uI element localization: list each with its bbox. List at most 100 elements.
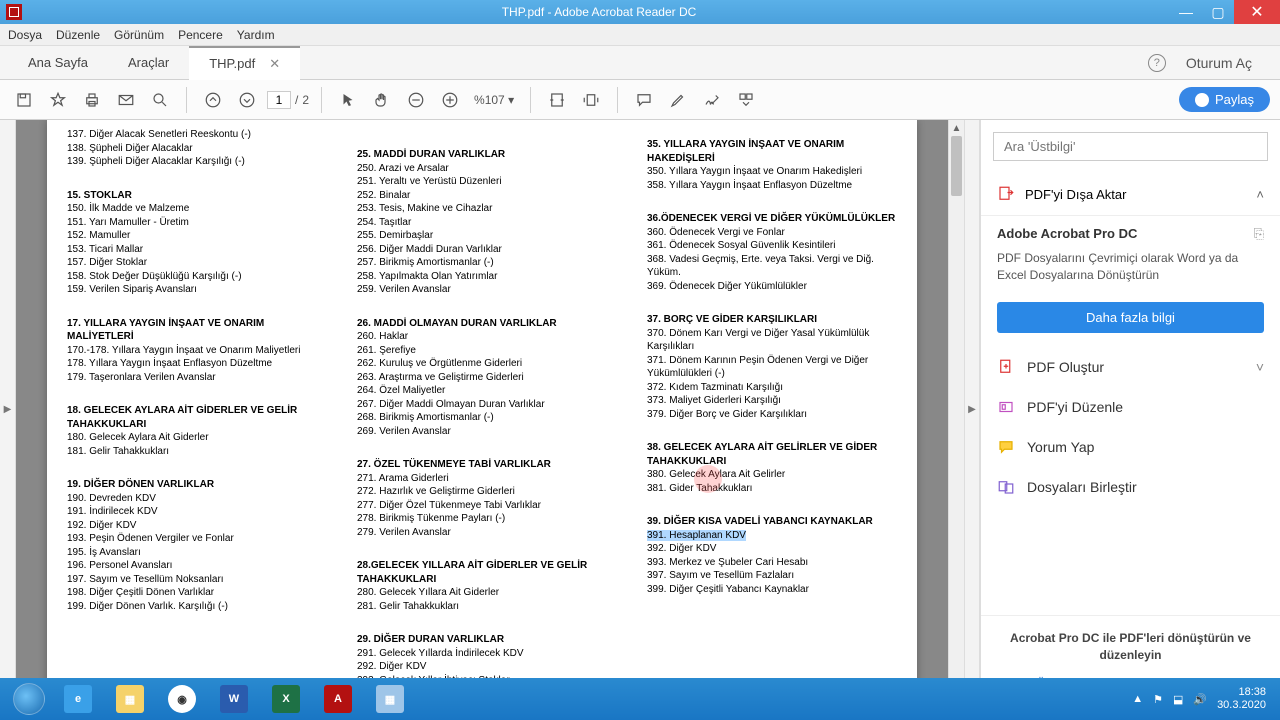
minimize-button[interactable]: — (1170, 0, 1202, 24)
tab-bar: Ana Sayfa Araçlar THP.pdf ✕ ? Oturum Aç (0, 46, 1280, 80)
section-heading: 39. DİĞER KISA VADELİ YABANCI KAYNAKLAR (647, 515, 901, 529)
account-line: 271. Arama Giderleri (357, 472, 611, 486)
account-line: 391. Hesaplanan KDV (647, 529, 901, 543)
tools-search-input[interactable] (993, 132, 1268, 161)
help-icon[interactable]: ? (1148, 54, 1166, 72)
pointer-icon[interactable] (334, 86, 362, 114)
taskbar-ie[interactable]: e (54, 681, 102, 717)
account-line: 272. Hazırlık ve Geliştirme Giderleri (357, 485, 611, 499)
tab-tools[interactable]: Araçlar (108, 46, 189, 80)
section-heading: 25. MADDİ DURAN VARLIKLAR (357, 148, 611, 162)
menu-file[interactable]: Dosya (8, 28, 42, 42)
tray-volume-icon[interactable]: 🔊 (1193, 693, 1207, 706)
zoom-out-icon[interactable] (402, 86, 430, 114)
taskbar-chrome[interactable]: ◉ (158, 681, 206, 717)
tray-up-icon[interactable]: ▲ (1132, 693, 1143, 705)
scroll-up-icon[interactable]: ▲ (949, 120, 964, 136)
account-line: 379. Diğer Borç ve Gider Karşılıkları (647, 408, 901, 422)
start-button[interactable] (8, 681, 50, 717)
taskbar-excel[interactable]: X (262, 681, 310, 717)
vertical-scrollbar[interactable]: ▲ ▼ (948, 120, 964, 698)
account-line: 291. Gelecek Yıllarda İndirilecek KDV (357, 647, 611, 661)
system-tray[interactable]: ▲ ⚑ ⬓ 🔊 18:3830.3.2020 (1132, 686, 1274, 712)
menu-edit[interactable]: Düzenle (56, 28, 100, 42)
account-line: 262. Kuruluş ve Örgütlenme Giderleri (357, 357, 611, 371)
tab-document[interactable]: THP.pdf ✕ (189, 46, 300, 80)
account-line: 371. Dönem Karının Peşin Ödenen Vergi ve… (647, 354, 901, 381)
taskbar-word[interactable]: W (210, 681, 258, 717)
menu-view[interactable]: Görünüm (114, 28, 164, 42)
tab-close-icon[interactable]: ✕ (269, 56, 280, 72)
save-icon[interactable] (10, 86, 38, 114)
account-line: 397. Sayım ve Tesellüm Fazlaları (647, 569, 901, 583)
account-line: 151. Yarı Mamuller - Üretim (67, 216, 321, 230)
comment-tool-icon (997, 438, 1015, 456)
account-line: 372. Kıdem Tazminatı Karşılığı (647, 381, 901, 395)
page-up-icon[interactable] (199, 86, 227, 114)
taskbar-calc[interactable]: ▦ (366, 681, 414, 717)
account-line: 193. Peşin Ödenen Vergiler ve Fonlar (67, 532, 321, 546)
section-heading: 29. DİĞER DURAN VARLIKLAR (357, 633, 611, 647)
comment-item[interactable]: Yorum Yap (981, 427, 1280, 467)
account-line: 190. Devreden KDV (67, 492, 321, 506)
tab-home[interactable]: Ana Sayfa (8, 46, 108, 80)
mail-icon[interactable] (112, 86, 140, 114)
search-icon[interactable] (146, 86, 174, 114)
page-down-icon[interactable] (233, 86, 261, 114)
hand-icon[interactable] (368, 86, 396, 114)
account-line: 393. Merkez ve Şubeler Cari Hesabı (647, 556, 901, 570)
account-line: 253. Tesis, Makine ve Cihazlar (357, 202, 611, 216)
account-line: 195. İş Avansları (67, 546, 321, 560)
account-line: 252. Binalar (357, 189, 611, 203)
section-heading: 26. MADDİ OLMAYAN DURAN VARLIKLAR (357, 317, 611, 331)
account-line: 256. Diğer Maddi Duran Varlıklar (357, 243, 611, 257)
page-input[interactable] (267, 91, 291, 109)
share-button[interactable]: Paylaş (1179, 87, 1270, 112)
panel-toggle[interactable]: ▶ (964, 120, 980, 698)
more-tools-icon[interactable] (732, 86, 760, 114)
taskbar-acrobat[interactable]: A (314, 681, 362, 717)
tray-clock[interactable]: 18:3830.3.2020 (1217, 686, 1266, 712)
chevron-right-icon: ▶ (4, 404, 12, 415)
account-line: 280. Gelecek Yıllara Ait Giderler (357, 586, 611, 600)
signin-link[interactable]: Oturum Aç (1186, 55, 1252, 71)
zoom-in-icon[interactable] (436, 86, 464, 114)
edit-pdf-item[interactable]: PDF'yi Düzenle (981, 387, 1280, 427)
account-line: 259. Verilen Avanslar (357, 283, 611, 297)
account-line: 373. Maliyet Giderleri Karşılığı (647, 394, 901, 408)
export-icon (997, 185, 1015, 203)
share-icon (1195, 93, 1209, 107)
star-icon[interactable] (44, 86, 72, 114)
create-pdf-item[interactable]: PDF Oluştur˅ (981, 347, 1280, 387)
section-heading: 37. BORÇ VE GİDER KARŞILIKLARI (647, 313, 901, 327)
account-line: 139. Şüpheli Diğer Alacaklar Karşılığı (… (67, 155, 321, 169)
taskbar-explorer[interactable]: ▦ (106, 681, 154, 717)
left-rail[interactable]: ▶ (0, 120, 16, 698)
account-line: 258. Yapılmakta Olan Yatırımlar (357, 270, 611, 284)
scroll-thumb[interactable] (951, 136, 962, 196)
more-info-button[interactable]: Daha fazla bilgi (997, 302, 1264, 333)
document-area[interactable]: 137. Diğer Alacak Senetleri Reeskontu (-… (16, 120, 948, 698)
tray-network-icon[interactable]: ⬓ (1173, 693, 1183, 706)
create-pdf-icon (997, 358, 1015, 376)
link-icon[interactable]: ⎘ (1254, 226, 1264, 242)
highlight-icon[interactable] (664, 86, 692, 114)
account-line: 392. Diğer KDV (647, 542, 901, 556)
menu-window[interactable]: Pencere (178, 28, 223, 42)
account-line: 191. İndirilecek KDV (67, 505, 321, 519)
account-line: 368. Vadesi Geçmiş, Erte. veya Taksi. Ve… (647, 253, 901, 280)
combine-item[interactable]: Dosyaları Birleştir (981, 467, 1280, 507)
fit-width-icon[interactable] (543, 86, 571, 114)
export-pdf-section[interactable]: PDF'yi Dışa Aktar ˄ (981, 173, 1280, 216)
close-button[interactable]: ✕ (1234, 0, 1280, 24)
menu-help[interactable]: Yardım (237, 28, 275, 42)
sign-icon[interactable] (698, 86, 726, 114)
print-icon[interactable] (78, 86, 106, 114)
zoom-level[interactable]: %107 ▾ (470, 93, 518, 107)
fit-page-icon[interactable] (577, 86, 605, 114)
maximize-button[interactable]: ▢ (1202, 0, 1234, 24)
app-icon (6, 4, 22, 20)
comment-icon[interactable] (630, 86, 658, 114)
tray-flag-icon[interactable]: ⚑ (1153, 693, 1163, 706)
account-line: 196. Personel Avansları (67, 559, 321, 573)
